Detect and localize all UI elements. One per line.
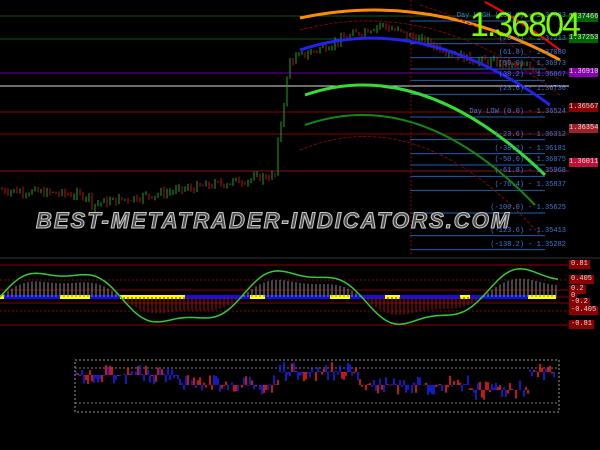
fib-level-label: (38.2) - 1.36867 — [498, 71, 566, 80]
metatrader-chart[interactable]: BEST-METATRADER-INDICATORS.COM Day HIGH … — [0, 0, 600, 450]
price-tag: 1.36567 — [569, 102, 599, 112]
fib-level-label: (-23.6) - 1.36312 — [494, 130, 566, 139]
fib-level-label: (-138.2) - 1.35282 — [490, 240, 566, 249]
fib-level-label: Day LOW (0.0) - 1.36524 — [469, 108, 566, 116]
fib-level-label: (-50.0) - 1.36075 — [494, 156, 566, 164]
fib-level-label: (-123.6) - 1.35413 — [490, 226, 566, 235]
price-tag: 1.36910 — [569, 68, 599, 78]
oscillator-level-tag: -0.81 — [569, 320, 595, 329]
fib-level-label: (23.6) - 1.36736 — [498, 85, 566, 94]
fib-level-label: (-38.2) - 1.36181 — [494, 144, 566, 153]
fib-level-label: (-100.0) - 1.35625 — [490, 204, 566, 212]
oscillator-level-tag: 0.81 — [569, 260, 590, 269]
fib-level-label: (-61.8) - 1.35968 — [494, 167, 566, 176]
watermark: BEST-METATRADER-INDICATORS.COM — [35, 208, 512, 234]
price-tag: 1.36011 — [569, 158, 599, 168]
price-tag: 1.36354 — [569, 124, 599, 133]
fib-level-label: (61.8) - 1.37080 — [498, 48, 566, 57]
fib-level-label: (50.0) - 1.36973 — [498, 60, 566, 68]
fib-level-label: (-76.4) - 1.35837 — [494, 181, 566, 190]
current-price-display: 1.36804 — [470, 6, 581, 44]
oscillator-level-tag: -0.405 — [569, 306, 599, 315]
oscillator-level-tag: 0.405 — [569, 275, 595, 284]
